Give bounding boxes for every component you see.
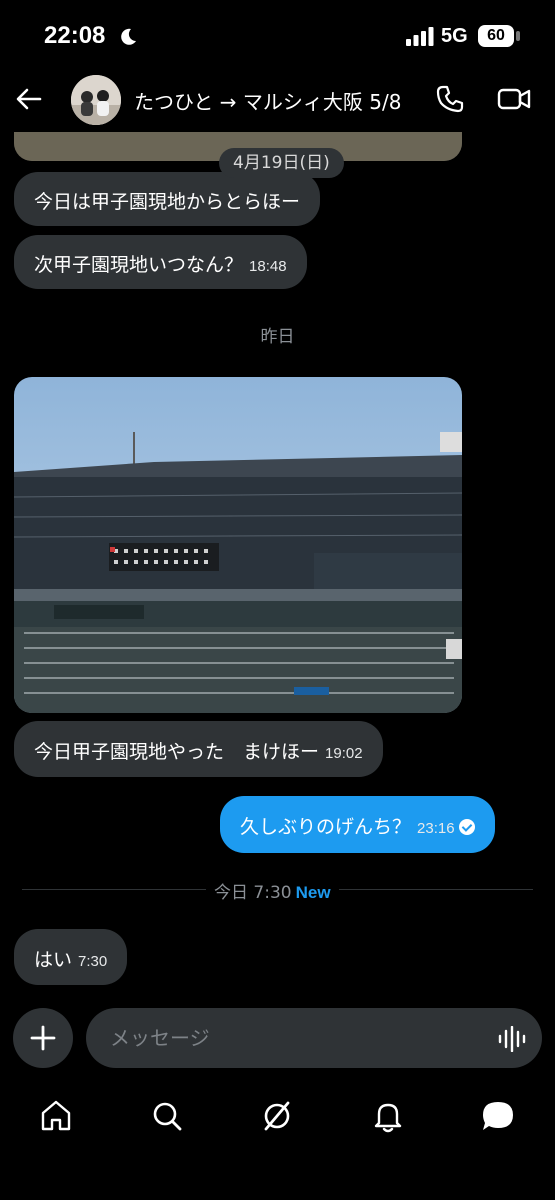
voice-message-icon[interactable] (497, 1026, 527, 1052)
message-bubble-received[interactable]: 今日甲子園現地やった まけほー 19:02 (14, 721, 383, 777)
day-separator: 昨日 (260, 327, 295, 347)
message-text: 今日甲子園現地やった まけほー (34, 741, 320, 763)
message-bubble-sent[interactable]: 久しぶりのげんち？ 23:16 (220, 796, 495, 853)
conversation-header: たつひと → マルシィ大阪 5/8 (0, 70, 555, 132)
message-composer (0, 1004, 555, 1080)
status-bar: 22:08 5G 60 (0, 0, 555, 70)
message-time: 19:02 (325, 745, 363, 762)
message-text: 今日は甲子園現地からとらほー (34, 191, 301, 213)
battery-icon: 60 (478, 25, 514, 47)
new-badge: New (295, 883, 331, 902)
home-icon[interactable] (38, 1098, 74, 1134)
today-time: 今日 7:30 (214, 883, 292, 903)
avatar[interactable] (71, 75, 121, 125)
network-type: 5G (441, 25, 468, 47)
message-bubble-received[interactable]: 次甲子園現地いつなん？ 18:48 (14, 235, 307, 289)
date-separator: 4月19日(日) (219, 148, 344, 178)
today-separator: 今日 7:30 New (206, 878, 339, 903)
add-media-button[interactable] (13, 1008, 73, 1068)
message-input[interactable] (86, 1008, 542, 1068)
message-time: 23:16 (417, 820, 455, 837)
back-arrow-icon[interactable] (14, 84, 44, 114)
video-call-icon[interactable] (497, 84, 531, 114)
phone-icon[interactable] (435, 84, 465, 114)
status-time: 22:08 (44, 22, 106, 49)
moon-icon (121, 28, 136, 45)
message-text: 久しぶりのげんち？ (240, 816, 412, 838)
photo-message[interactable] (14, 377, 462, 713)
message-time: 18:48 (249, 258, 287, 275)
grok-icon[interactable] (259, 1098, 295, 1134)
messages-icon[interactable] (480, 1098, 516, 1134)
bottom-tab-bar (0, 1080, 555, 1200)
message-time: 7:30 (78, 953, 108, 970)
signal-icon (406, 27, 434, 46)
message-thread[interactable]: SANKYO very much 4月19日(日) 今日は甲子園現地からとらほー… (0, 132, 555, 1004)
seen-check-icon (458, 819, 475, 835)
message-bubble-received[interactable]: 今日は甲子園現地からとらほー (14, 172, 321, 226)
notifications-icon[interactable] (370, 1098, 406, 1134)
message-text: はい (34, 949, 73, 971)
conversation-title[interactable]: たつひと → マルシィ大阪 5/8 (134, 86, 401, 115)
search-icon[interactable] (149, 1098, 185, 1134)
message-text: 次甲子園現地いつなん？ (34, 254, 244, 276)
battery-cap (516, 31, 520, 41)
message-bubble-received[interactable]: はい 7:30 (14, 929, 128, 985)
plus-icon (30, 1025, 56, 1051)
